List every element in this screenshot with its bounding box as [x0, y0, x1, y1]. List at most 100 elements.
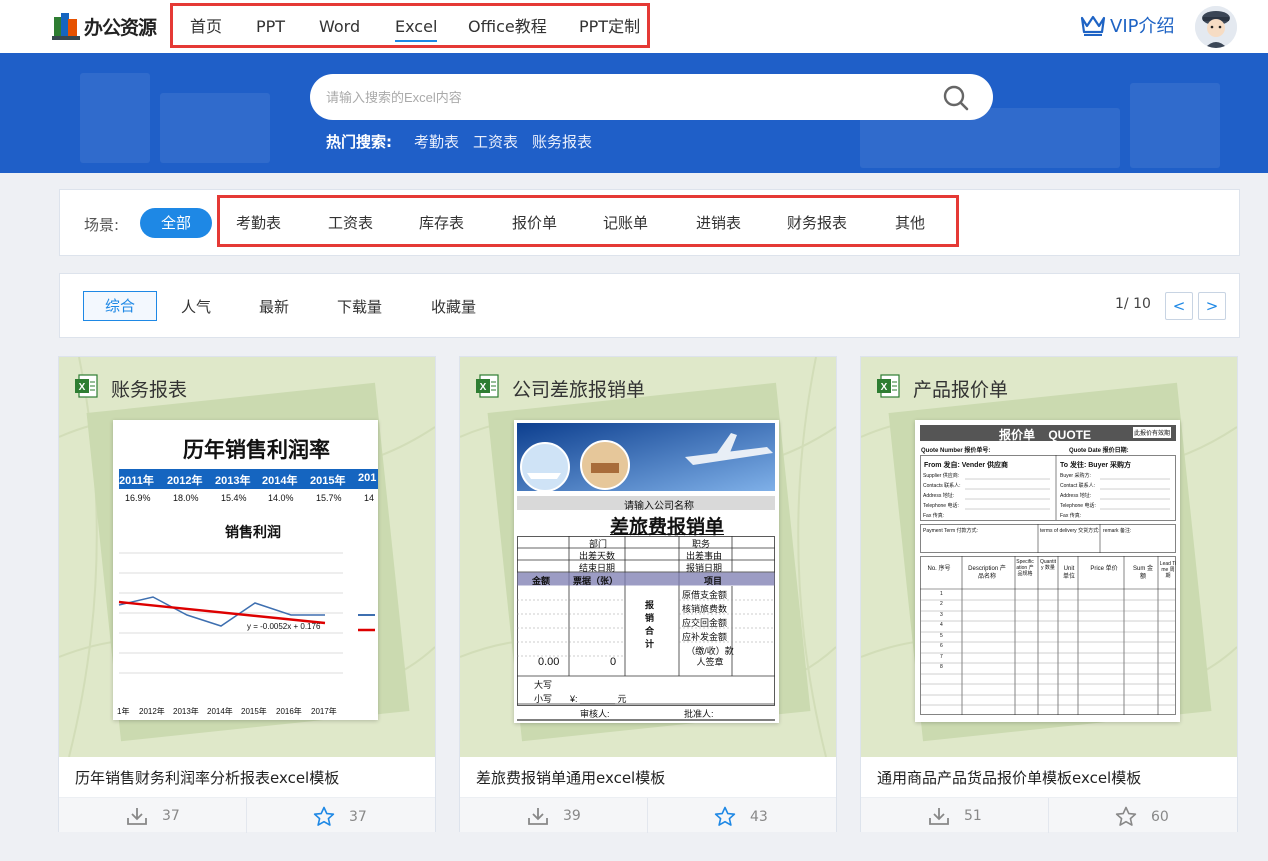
- stats-divider: [1048, 798, 1049, 833]
- preview-axis-label: 2012年: [139, 707, 165, 716]
- nav-ppt[interactable]: PPT: [256, 14, 285, 42]
- download-count-value: 37: [162, 808, 180, 824]
- search-input[interactable]: [326, 74, 926, 120]
- top-header: 办公资源 首页 PPT Word Excel Office教程 PPT定制 VI…: [0, 0, 1268, 53]
- excel-file-icon: X: [877, 374, 900, 398]
- preview-count: 0: [610, 656, 617, 668]
- hot-search-item[interactable]: 账务报表: [532, 131, 592, 152]
- template-card[interactable]: X 公司差旅报销单 请输入公司名称 差旅费报销单 部门 职务 出差天数 出差事由…: [459, 356, 837, 833]
- preview-item: 原借支金额: [682, 590, 728, 600]
- avatar-icon: [1195, 6, 1237, 48]
- favorite-count-value: 43: [750, 808, 768, 825]
- scene-filter-bar: 场景: 全部 考勤表 工资表 库存表 报价单 记账单 进销表 财务报表 其他: [59, 189, 1240, 256]
- download-icon: [929, 808, 949, 825]
- preview-heading: 历年销售利润率: [183, 439, 330, 462]
- logo-icon: [52, 13, 80, 40]
- favorite-count[interactable]: 43: [714, 806, 768, 827]
- preview-side-label: 报销合计: [644, 600, 654, 652]
- nav-home[interactable]: 首页: [190, 14, 222, 42]
- preview-auditor: 审核人:: [580, 709, 610, 719]
- scene-all-button[interactable]: 全部: [140, 208, 212, 238]
- preview-year: 2012年: [167, 475, 203, 487]
- preview-travel-photo: [517, 423, 775, 491]
- preview-col: Price 单价: [1090, 566, 1118, 572]
- download-count[interactable]: 39: [527, 806, 581, 826]
- scene-purchase-sales[interactable]: 进销表: [696, 212, 741, 233]
- preview-row-number: 6: [940, 643, 943, 649]
- preview-quote-grid: [920, 455, 1176, 715]
- template-card[interactable]: X 账务报表 历年销售利润率 2011年 2012年 2013年 2014年 2…: [58, 356, 436, 833]
- card-thumbnail[interactable]: X 产品报价单 报价单 QUOTE 此报价有效期 Quote Number 报价…: [861, 357, 1237, 757]
- preview-label: 报销日期: [686, 563, 723, 573]
- sort-popularity[interactable]: 人气: [181, 296, 211, 317]
- preview-field: Telephone 电话:: [1060, 503, 1096, 509]
- download-count[interactable]: 37: [126, 806, 180, 826]
- preview-axis-label: 1年: [117, 707, 130, 716]
- favorite-count[interactable]: 60: [1115, 806, 1169, 827]
- nav-excel[interactable]: Excel: [395, 14, 438, 42]
- preview-rate: 16.9%: [125, 493, 151, 503]
- sort-bar: 综合 人气 最新 下载量 收藏量 1/ 10 < >: [59, 273, 1240, 338]
- card-title[interactable]: 差旅费报销单通用excel模板: [476, 767, 665, 788]
- preview-delivery: terms of delivery 交货方式:: [1040, 528, 1100, 534]
- download-count[interactable]: 51: [928, 806, 982, 826]
- scene-quotation[interactable]: 报价单: [512, 212, 557, 233]
- preview-col: No. 序号: [927, 566, 951, 572]
- scene-financial-report[interactable]: 财务报表: [787, 212, 847, 233]
- nav-office-tutorial[interactable]: Office教程: [468, 14, 547, 42]
- preview-rate: 14: [364, 493, 375, 503]
- scene-ledger[interactable]: 记账单: [603, 212, 648, 233]
- card-stats: 51 60: [861, 797, 1237, 833]
- preview-item: 应交回金额: [682, 618, 728, 628]
- card-preview-image: 请输入公司名称 差旅费报销单 部门 职务 出差天数 出差事由 结束日期 报销日期…: [514, 420, 779, 723]
- preview-from: From 发自: Vender 供应商: [924, 462, 1009, 469]
- preview-field: Contacts 联系人:: [923, 483, 961, 489]
- preview-field: Fax 传真:: [923, 513, 945, 519]
- card-title[interactable]: 历年销售财务利润率分析报表excel模板: [75, 767, 339, 788]
- preview-row-number: 4: [940, 622, 943, 628]
- preview-col: Specification 产品规格: [1016, 559, 1034, 577]
- preview-label: 结束日期: [579, 563, 616, 573]
- hot-search-item[interactable]: 工资表: [473, 131, 518, 152]
- star-icon: [1115, 806, 1137, 826]
- nav-ppt-custom[interactable]: PPT定制: [579, 14, 640, 42]
- vip-link[interactable]: VIP介绍: [1080, 12, 1174, 38]
- preview-heading: 报价单 QUOTE: [999, 428, 1092, 442]
- card-title[interactable]: 通用商品产品货品报价单模板excel模板: [877, 767, 1141, 788]
- template-card[interactable]: X 产品报价单 报价单 QUOTE 此报价有效期 Quote Number 报价…: [860, 356, 1238, 833]
- preview-company: 请输入公司名称: [624, 501, 694, 512]
- logo-text: 办公资源: [84, 16, 157, 39]
- card-thumbnail[interactable]: X 账务报表 历年销售利润率 2011年 2012年 2013年 2014年 2…: [59, 357, 435, 757]
- download-count-value: 51: [964, 808, 982, 824]
- site-logo[interactable]: 办公资源: [52, 8, 157, 44]
- scene-other[interactable]: 其他: [895, 212, 925, 233]
- hot-search-item[interactable]: 考勤表: [414, 131, 459, 152]
- preview-item: 应补发金额: [682, 632, 728, 642]
- next-page-button[interactable]: >: [1198, 292, 1226, 320]
- prev-page-button[interactable]: <: [1165, 292, 1193, 320]
- preview-row-number: 1: [940, 591, 943, 597]
- scene-payroll[interactable]: 工资表: [328, 212, 373, 233]
- preview-item: 核销旅费数: [682, 604, 728, 614]
- preview-line-chart: [118, 552, 375, 674]
- page-indicator: 1/ 10: [1115, 296, 1151, 312]
- nav-word[interactable]: Word: [319, 14, 360, 42]
- search-box: [310, 74, 993, 120]
- sort-overall[interactable]: 综合: [83, 291, 157, 321]
- vip-label: VIP介绍: [1110, 16, 1175, 37]
- excel-file-icon: X: [75, 374, 98, 398]
- scene-label: 场景:: [84, 216, 120, 234]
- preview-field: Supplier 供应商:: [923, 473, 960, 479]
- search-icon[interactable]: [942, 84, 970, 112]
- user-avatar[interactable]: [1195, 6, 1237, 48]
- scene-attendance[interactable]: 考勤表: [236, 212, 281, 233]
- scene-inventory[interactable]: 库存表: [419, 212, 464, 233]
- preview-approver: 批准人:: [684, 709, 714, 719]
- sort-newest[interactable]: 最新: [259, 296, 289, 317]
- star-icon: [714, 806, 736, 826]
- favorite-count[interactable]: 37: [313, 806, 367, 827]
- sort-favorites[interactable]: 收藏量: [431, 296, 476, 317]
- sort-downloads[interactable]: 下载量: [337, 296, 382, 317]
- card-thumbnail[interactable]: X 公司差旅报销单 请输入公司名称 差旅费报销单 部门 职务 出差天数 出差事由…: [460, 357, 836, 757]
- preview-xiaoxie: 小写: [534, 694, 553, 704]
